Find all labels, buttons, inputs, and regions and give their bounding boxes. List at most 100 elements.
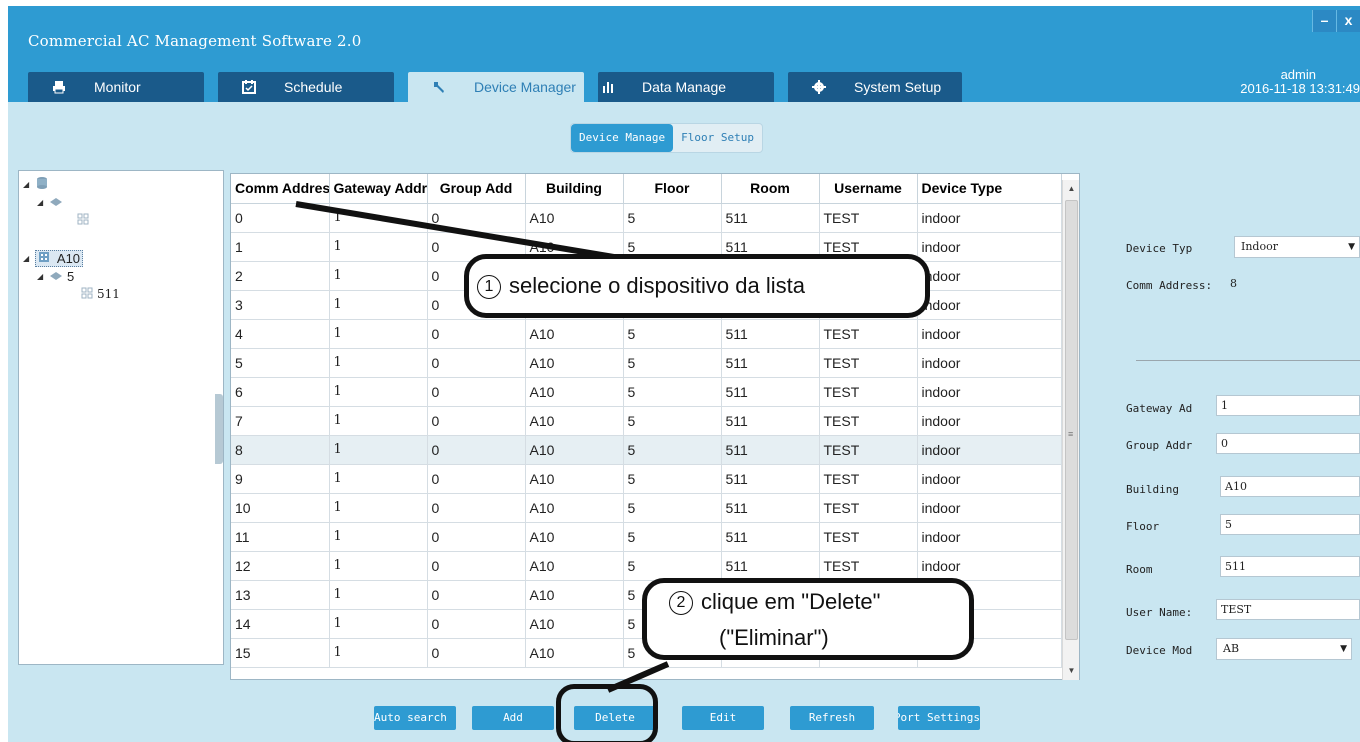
scroll-thumb[interactable]: ≡ [1065,200,1078,640]
col-header-group[interactable]: Group Add [427,174,526,204]
table-row[interactable]: 6 1 0 A10 5 511 TEST indoor [231,377,1062,407]
table-cell: 12 [231,551,330,581]
table-cell: 511 [721,348,820,378]
username-field[interactable]: TEST [1216,599,1360,620]
app-title: Commercial AC Management Software 2.0 [28,32,362,50]
subtab-floor-setup[interactable]: Floor Setup [673,124,762,152]
col-header-building[interactable]: Building [525,174,624,204]
device-type-select[interactable]: Indoor ▼ [1234,236,1360,258]
device-type-value: Indoor [1241,240,1278,253]
device-mod-select[interactable]: AB ▼ [1216,638,1352,660]
gateway-address-field[interactable]: 1 [1216,395,1360,416]
table-cell: 1 [329,319,428,349]
table-cell: TEST [819,493,918,523]
table-row[interactable]: 4 1 0 A10 5 511 TEST indoor [231,319,1062,349]
col-header-gateway[interactable]: Gateway Addr [329,174,428,204]
tab-data-manage[interactable]: Data Manage [598,72,774,102]
grid-scrollbar[interactable]: ▲ ≡ ▼ [1062,180,1079,680]
gear-icon [812,80,834,94]
room-field[interactable]: 511 [1220,556,1360,577]
table-cell: indoor [917,377,1062,407]
table-cell: 1 [329,580,428,610]
tree-node-room[interactable]: 511 [81,285,120,303]
col-header-floor[interactable]: Floor [623,174,722,204]
table-cell: 1 [329,203,428,233]
device-mod-label: Device Mod [1126,644,1193,657]
table-cell: A10 [525,319,624,349]
table-cell: A10 [525,348,624,378]
table-cell: indoor [917,464,1062,494]
scroll-up-icon[interactable]: ▲ [1063,180,1080,198]
floor-label: Floor [1126,520,1160,533]
table-row[interactable]: 5 1 0 A10 5 511 TEST indoor [231,348,1062,378]
refresh-button[interactable]: Refresh [790,706,874,730]
table-row[interactable]: 8 1 0 A10 5 511 TEST indoor [231,435,1062,465]
add-button[interactable]: Add [472,706,554,730]
table-cell: TEST [819,377,918,407]
table-cell: 4 [231,319,330,349]
table-cell: 1 [329,377,428,407]
tab-device-manager[interactable]: Device Manager [408,72,584,102]
tab-monitor[interactable]: Monitor [28,72,204,102]
auto-search-button[interactable]: Auto search [374,706,456,730]
table-cell: A10 [525,522,624,552]
expand-arrow-icon: ◢ [37,197,44,207]
group-label: Group Addr [1126,439,1193,452]
panel-splitter[interactable] [215,394,223,464]
instruction-callout-2: 2 clique em "Delete" ("Eliminar") [642,578,974,660]
table-cell: 14 [231,609,330,639]
table-cell: 511 [721,493,820,523]
table-row[interactable]: 0 1 0 A10 5 511 TEST indoor [231,203,1062,233]
tree-node-root[interactable]: ◢ [23,175,53,193]
table-cell: indoor [917,348,1062,378]
tab-schedule[interactable]: Schedule [218,72,394,102]
floor-field[interactable]: 5 [1220,514,1360,535]
table-row[interactable]: 12 1 0 A10 5 511 TEST indoor [231,551,1062,581]
comm-address-field[interactable]: 8 [1226,274,1360,295]
table-cell: 1 [329,406,428,436]
tree-node-unnamed-room[interactable] [77,211,93,229]
subtab-device-manage[interactable]: Device Manage [571,124,674,152]
table-cell: TEST [819,406,918,436]
table-row[interactable]: 11 1 0 A10 5 511 TEST indoor [231,522,1062,552]
tree-selected-building[interactable]: A10 [35,249,84,267]
calendar-icon [242,80,264,94]
table-row[interactable]: 7 1 0 A10 5 511 TEST indoor [231,406,1062,436]
tree-node-unnamed-floor[interactable]: ◢ [37,193,67,211]
group-address-field[interactable]: 0 [1216,433,1360,454]
table-cell: indoor [917,203,1062,233]
comm-address-label: Comm Address: [1126,279,1213,292]
col-header-comm-address[interactable]: Comm Address [231,174,330,204]
table-cell: TEST [819,348,918,378]
instruction-text-2b: ("Eliminar") [719,625,829,650]
instruction-text-2a: clique em "Delete" [701,589,881,614]
table-cell: 1 [329,290,428,320]
port-settings-button[interactable]: Port Settings [898,706,980,730]
table-cell: indoor [917,551,1062,581]
table-cell: 11 [231,522,330,552]
table-cell: 1 [329,493,428,523]
table-row[interactable]: 9 1 0 A10 5 511 TEST indoor [231,464,1062,494]
col-header-room[interactable]: Room [721,174,820,204]
table-row[interactable]: 10 1 0 A10 5 511 TEST indoor [231,493,1062,523]
building-field[interactable]: A10 [1220,476,1360,497]
table-cell: TEST [819,551,918,581]
building-icon [38,251,50,266]
table-cell: 1 [329,232,428,262]
table-cell: A10 [525,406,624,436]
tree-node-building[interactable]: ◢ A10 [23,249,84,267]
table-cell: 511 [721,551,820,581]
device-form: Device Typ Indoor ▼ Comm Address: 8 Gate… [1126,6,1360,742]
scroll-down-icon[interactable]: ▼ [1063,662,1080,680]
table-cell: 13 [231,580,330,610]
table-cell: 0 [427,580,526,610]
col-header-device-type[interactable]: Device Type [917,174,1062,204]
table-cell: A10 [525,203,624,233]
tree-node-floor[interactable]: ◢ 5 [37,267,74,285]
table-cell: A10 [525,580,624,610]
edit-button[interactable]: Edit [682,706,764,730]
col-header-username[interactable]: Username [819,174,918,204]
table-cell: 511 [721,319,820,349]
tab-system-setup[interactable]: System Setup [788,72,962,102]
table-cell: A10 [525,377,624,407]
